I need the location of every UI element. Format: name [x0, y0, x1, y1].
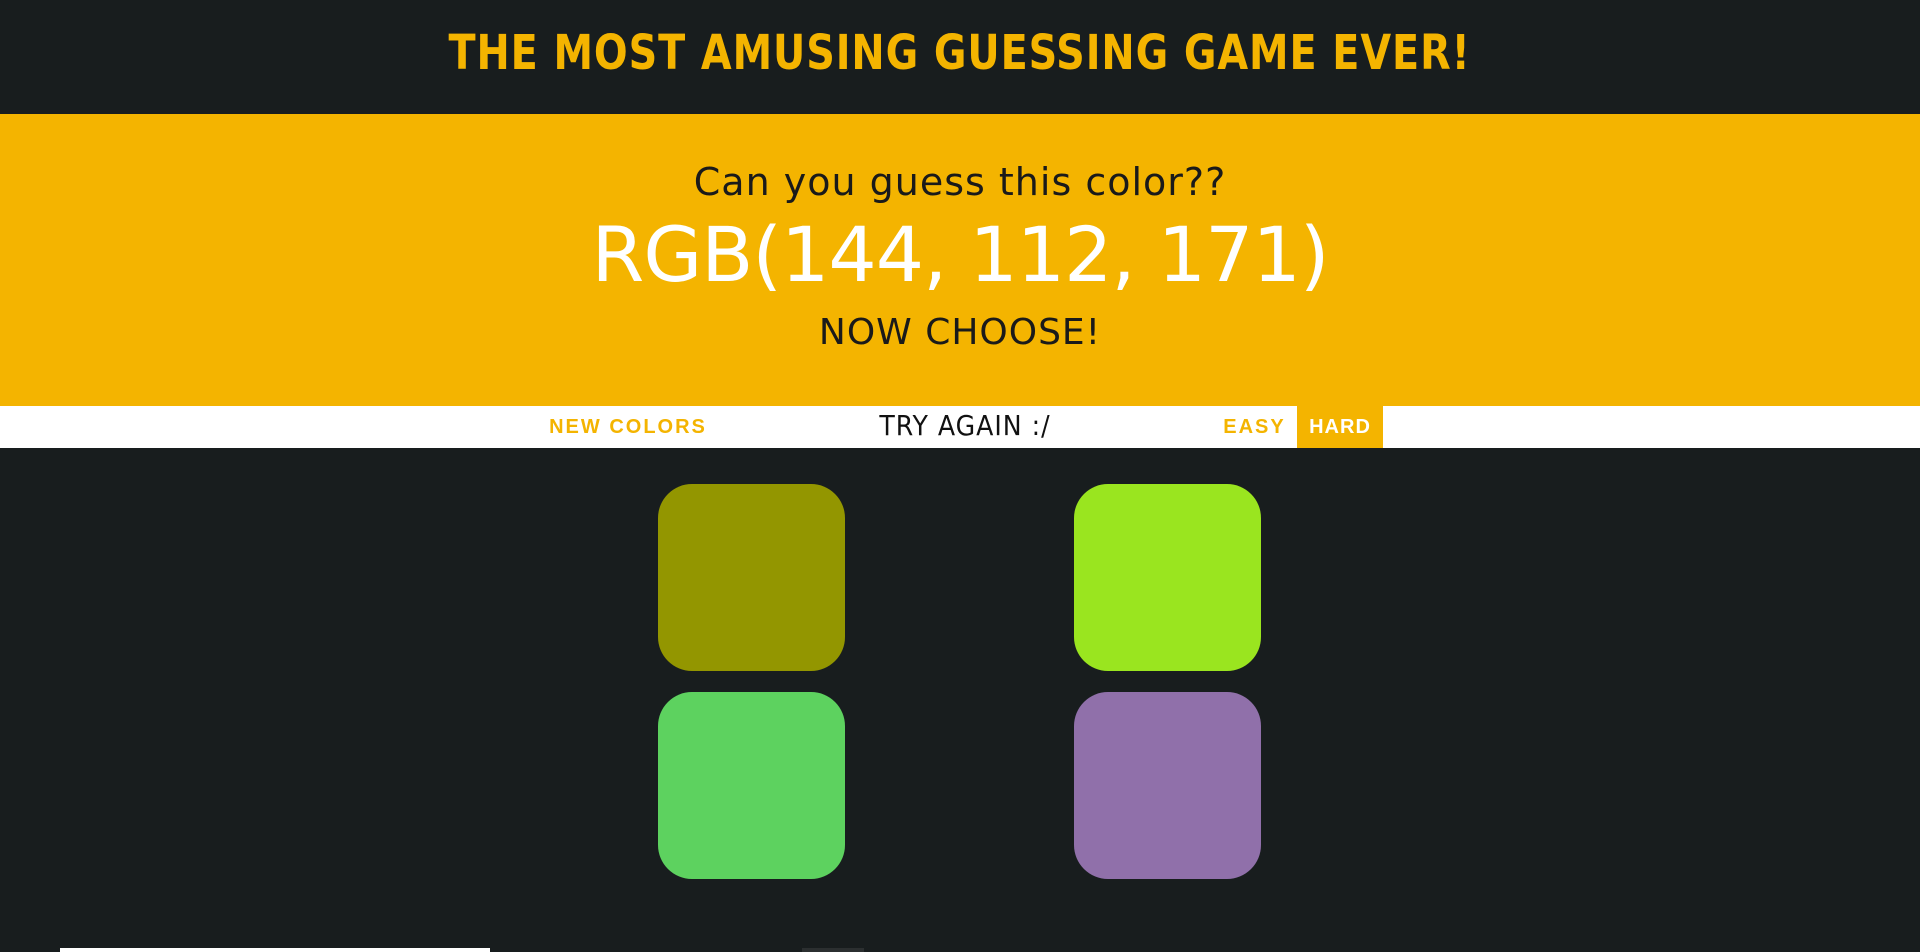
choose-prompt: NOW CHOOSE!: [818, 312, 1102, 353]
status-message: TRY AGAIN :/: [879, 409, 1051, 442]
new-colors-button[interactable]: NEW COLORS: [535, 406, 721, 448]
scrollbar-thumb[interactable]: [802, 948, 864, 952]
control-bar: NEW COLORS TRY AGAIN :/ EASY HARD: [0, 406, 1920, 448]
hard-mode-button[interactable]: HARD: [1297, 406, 1383, 448]
color-tile[interactable]: [658, 692, 845, 879]
color-tile[interactable]: [1074, 484, 1261, 671]
question-text: Can you guess this color??: [693, 160, 1227, 204]
header-bar: THE MOST AMUSING GUESSING GAME EVER!: [0, 0, 1920, 114]
color-tile[interactable]: [1074, 692, 1261, 879]
color-banner: Can you guess this color?? RGB(144, 112,…: [0, 114, 1920, 406]
easy-mode-button[interactable]: EASY: [1212, 406, 1297, 448]
horizontal-scrollbar[interactable]: [60, 948, 490, 952]
game-title: THE MOST AMUSING GUESSING GAME EVER!: [448, 25, 1472, 81]
rgb-target-display: RGB(144, 112, 171): [591, 210, 1330, 299]
color-tile[interactable]: [658, 484, 845, 671]
